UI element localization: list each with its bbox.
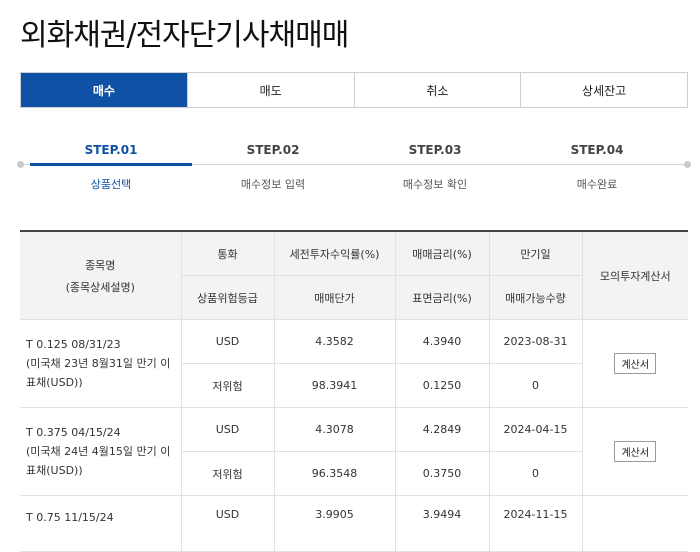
step-2: STEP.02 매수정보 입력 [192,138,354,192]
header-risk: 상품위험등급 [181,275,275,320]
step-3: STEP.03 매수정보 확인 [354,138,516,192]
calculator-button[interactable]: 계산서 [614,441,657,462]
header-calculator: 모의투자계산서 [581,230,688,320]
header-trade-rate: 매매금리(%) [394,230,490,276]
bond-name-cell: T 0.375 04/15/24 (미국채 24년 4월15일 만기 이표채(U… [20,407,182,496]
unit-price-cell: 98.3941 [273,363,396,408]
bond-name: T 0.75 11/15/24 [26,511,114,524]
header-currency: 통화 [180,230,275,276]
header-unit-price: 매매단가 [273,275,396,320]
maturity-cell: 2023-08-31 [488,319,583,364]
tab-buy[interactable]: 매수 [21,73,187,107]
currency-cell: USD [180,407,275,452]
bond-name: T 0.375 04/15/24 [26,426,121,439]
risk-cell: 저위험 [181,451,275,496]
step-number: STEP.03 [408,143,462,157]
step-label: 매수정보 확인 [402,178,468,191]
tab-sell[interactable]: 매도 [186,73,354,107]
step-label: 매수완료 [576,178,618,191]
step-number: STEP.02 [246,143,300,157]
risk-cell: 저위험 [181,363,275,408]
currency-cell: USD [180,319,275,364]
bond-name-cell: T 0.75 11/15/24 [20,495,182,552]
step-active-bar [30,163,192,166]
header-name: 종목명 (종목상세설명) [20,230,182,320]
calculator-cell [581,495,688,552]
trade-tabs: 매수 매도 취소 상세잔고 [20,72,688,108]
bond-table: 종목명 (종목상세설명) 통화 세전투자수익률(%) 매매금리(%) 만기일 모… [20,230,688,552]
bond-name-cell: T 0.125 08/31/23 (미국채 23년 8월31일 만기 이표채(U… [20,319,182,408]
step-dot-end [684,161,691,168]
step-indicator: STEP.01 상품선택 STEP.02 매수정보 입력 STEP.03 매수정… [17,138,691,198]
pre-tax-yield-cell: 4.3582 [273,319,396,364]
trade-rate-cell: 4.3940 [394,319,490,364]
currency-cell: USD [180,495,275,552]
pre-tax-yield-cell: 3.9905 [273,495,396,552]
table-row: T 0.375 04/15/24 (미국채 24년 4월15일 만기 이표채(U… [20,407,688,496]
step-dot-start [17,161,24,168]
coupon-rate-cell: 0.1250 [394,363,490,408]
bond-description: (미국채 24년 4월15일 만기 이표채(USD)) [26,445,171,477]
header-tradable-qty: 매매가능수량 [488,275,582,320]
tradable-qty-cell: 0 [488,363,582,408]
step-number: STEP.04 [570,143,624,157]
tradable-qty-cell: 0 [488,451,582,496]
tab-cancel[interactable]: 취소 [353,73,521,107]
table-row: T 0.125 08/31/23 (미국채 23년 8월31일 만기 이표채(U… [20,319,688,408]
step-number: STEP.01 [84,143,138,157]
calculator-button[interactable]: 계산서 [614,353,657,374]
table-row: T 0.75 11/15/24 USD 3.9905 3.9494 2024-1… [20,495,688,552]
trade-rate-cell: 3.9494 [394,495,490,552]
pre-tax-yield-cell: 4.3078 [273,407,396,452]
bond-name: T 0.125 08/31/23 [26,338,121,351]
maturity-cell: 2024-04-15 [488,407,583,452]
calculator-cell: 계산서 [581,319,688,408]
trade-rate-cell: 4.2849 [394,407,490,452]
header-pre-tax-yield: 세전투자수익률(%) [273,230,396,276]
step-label: 상품선택 [90,178,132,191]
bond-description: (미국채 23년 8월31일 만기 이표채(USD)) [26,357,171,389]
page-title: 외화채권/전자단기사채매매 [20,18,349,53]
step-1: STEP.01 상품선택 [30,138,192,192]
coupon-rate-cell: 0.3750 [394,451,490,496]
tab-balance-detail[interactable]: 상세잔고 [520,73,687,107]
header-coupon-rate: 표면금리(%) [394,275,490,320]
header-maturity: 만기일 [488,230,583,276]
step-4: STEP.04 매수완료 [516,138,678,192]
calculator-cell: 계산서 [581,407,688,496]
maturity-cell: 2024-11-15 [488,495,583,552]
step-label: 매수정보 입력 [240,178,306,191]
unit-price-cell: 96.3548 [273,451,396,496]
